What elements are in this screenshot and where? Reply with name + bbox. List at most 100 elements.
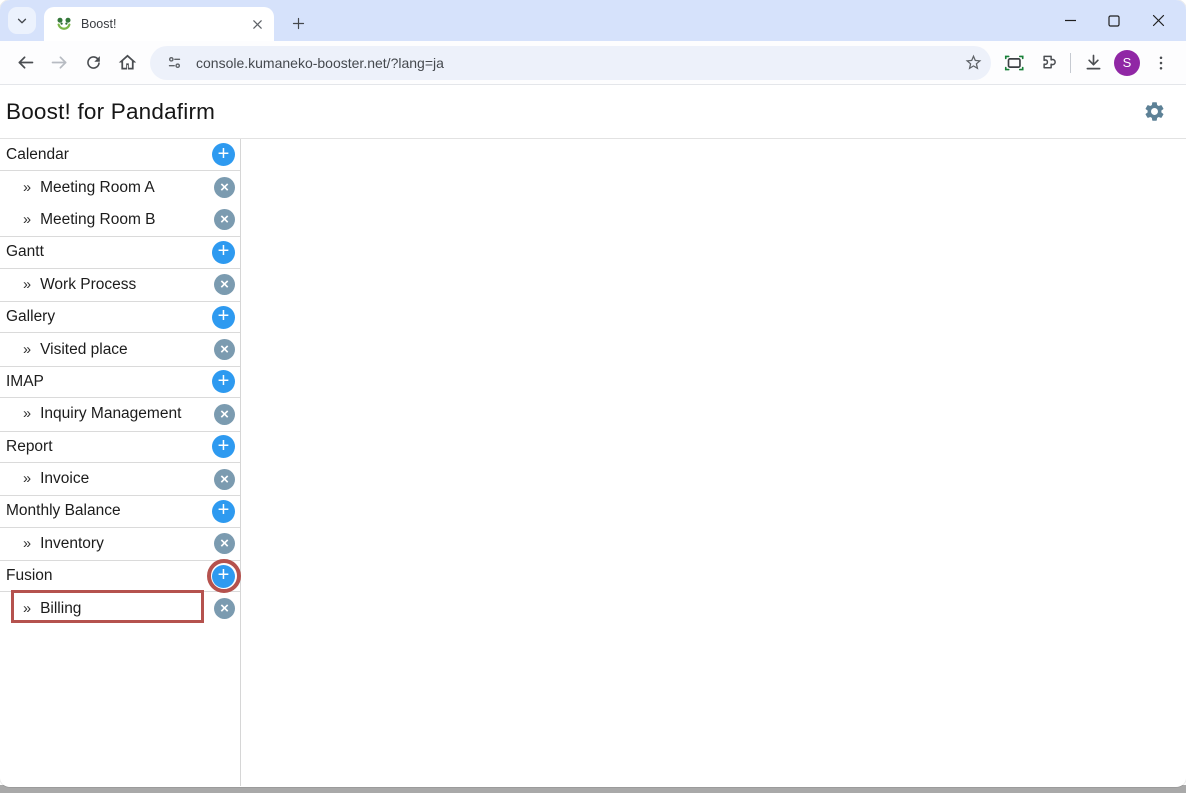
add-monthly-balance-button[interactable]: + (212, 499, 235, 523)
item-prefix: » (23, 471, 32, 488)
maximize-button[interactable] (1092, 4, 1136, 38)
screen-capture-extension-button[interactable] (997, 46, 1031, 80)
category-label: Report (6, 437, 53, 455)
sidebar-item-work-process: » Work Process × (0, 269, 240, 301)
remove-meeting-room-a-button[interactable]: × (214, 177, 235, 199)
category-label: Gallery (6, 308, 56, 326)
remove-billing-button[interactable]: × (214, 598, 235, 620)
back-arrow-icon (18, 56, 33, 69)
add-gallery-button[interactable]: + (212, 305, 235, 329)
remove-x-icon: × (220, 600, 229, 618)
item-label: Meeting Room B (40, 210, 156, 228)
sidebar-item-billing: » Billing × (0, 590, 240, 624)
add-plus-icon: + (217, 434, 230, 457)
tab-search-button[interactable] (8, 7, 36, 34)
add-plus-icon: + (217, 240, 230, 263)
add-plus-icon: + (217, 142, 230, 165)
toolbar-divider (1070, 52, 1071, 73)
extensions-button[interactable] (1031, 46, 1065, 80)
sidebar-item-meeting-room-a: » Meeting Room A × (0, 171, 240, 203)
browser-window: Boost! console.kumaneko-booster.net/?lan… (0, 0, 1186, 787)
close-icon (1152, 14, 1164, 27)
site-info-tune-icon (168, 56, 180, 69)
site-info-button[interactable] (162, 51, 186, 75)
profile-button[interactable]: S (1110, 46, 1144, 80)
main-panel (241, 139, 1186, 786)
reload-button[interactable] (76, 46, 110, 80)
add-plus-icon: + (217, 369, 230, 392)
item-prefix: » (23, 600, 32, 617)
remove-x-icon: × (220, 405, 229, 423)
add-calendar-button[interactable]: + (212, 142, 235, 167)
remove-meeting-room-b-button[interactable]: × (214, 209, 235, 231)
new-tab-button[interactable] (284, 9, 312, 37)
minimize-icon (1064, 19, 1076, 22)
profile-avatar: S (1114, 49, 1140, 76)
item-prefix: » (23, 406, 32, 423)
extensions-puzzle-icon (1042, 55, 1056, 69)
address-bar[interactable]: console.kumaneko-booster.net/?lang=ja (150, 45, 991, 80)
bookmark-star-icon (965, 54, 981, 70)
add-report-button[interactable]: + (212, 434, 235, 459)
category-label: Fusion (6, 567, 53, 585)
item-prefix: » (23, 341, 32, 358)
forward-button[interactable] (42, 46, 76, 80)
sidebar-category-fusion: Fusion + (0, 559, 241, 594)
browser-tab-boost[interactable]: Boost! (44, 7, 274, 41)
sidebar-item-invoice: » Invoice × (0, 463, 240, 495)
sidebar-item-visited-place: » Visited place × (0, 333, 240, 365)
remove-work-process-button[interactable]: × (214, 274, 235, 296)
add-gantt-button[interactable]: + (212, 240, 235, 264)
sidebar-category-gantt: Gantt + (0, 236, 240, 269)
remove-x-icon: × (220, 341, 229, 359)
screen-capture-icon (1004, 55, 1024, 70)
browser-menu-button[interactable] (1144, 46, 1178, 80)
category-label: Calendar (6, 145, 69, 163)
add-plus-icon: + (217, 564, 230, 587)
sidebar: Calendar + » Meeting Room A × » Meeting … (0, 139, 241, 786)
add-imap-button[interactable]: + (212, 369, 235, 394)
url-text[interactable]: console.kumaneko-booster.net/?lang=ja (196, 55, 959, 71)
reload-icon (86, 56, 100, 69)
remove-x-icon: × (220, 535, 229, 553)
item-label: Visited place (40, 340, 128, 358)
forward-arrow-icon (51, 56, 66, 69)
remove-x-icon: × (220, 470, 229, 488)
item-label: Meeting Room A (40, 178, 155, 196)
remove-inquiry-management-button[interactable]: × (214, 403, 235, 425)
page-title: Boost! for Pandafirm (6, 98, 216, 124)
sidebar-category-gallery: Gallery + (0, 300, 240, 334)
sidebar-category-report: Report + (0, 430, 240, 463)
sidebar-item-inquiry-management: » Inquiry Management × (0, 398, 240, 430)
item-prefix: » (23, 179, 32, 196)
category-label: IMAP (6, 372, 44, 390)
category-label: Monthly Balance (6, 502, 121, 520)
back-button[interactable] (8, 46, 42, 80)
sidebar-category-calendar: Calendar + (0, 139, 240, 172)
fusion-add-wrap: + (206, 559, 241, 594)
download-icon (1086, 54, 1100, 70)
remove-x-icon: × (220, 276, 229, 294)
remove-invoice-button[interactable]: × (214, 468, 235, 490)
minimize-button[interactable] (1048, 4, 1092, 38)
remove-x-icon: × (220, 211, 229, 229)
tab-close-icon[interactable] (248, 15, 266, 33)
sidebar-item-meeting-room-b: » Meeting Room B × (0, 204, 240, 236)
downloads-button[interactable] (1076, 46, 1110, 80)
maximize-icon (1108, 14, 1120, 27)
add-fusion-button[interactable]: + (212, 564, 235, 588)
close-window-button[interactable] (1136, 4, 1180, 38)
panda-favicon-icon (57, 17, 71, 30)
sidebar-category-imap: IMAP + (0, 365, 240, 399)
home-icon (118, 54, 136, 70)
remove-inventory-button[interactable]: × (214, 533, 235, 555)
kebab-menu-icon (1159, 55, 1163, 70)
bookmark-button[interactable] (959, 49, 987, 77)
remove-visited-place-button[interactable]: × (214, 339, 235, 361)
item-label: Invoice (40, 470, 90, 488)
item-label: Billing (40, 599, 82, 617)
gear-icon (1145, 102, 1163, 121)
settings-button[interactable] (1140, 98, 1168, 126)
item-prefix: » (23, 211, 32, 228)
home-button[interactable] (110, 46, 144, 80)
